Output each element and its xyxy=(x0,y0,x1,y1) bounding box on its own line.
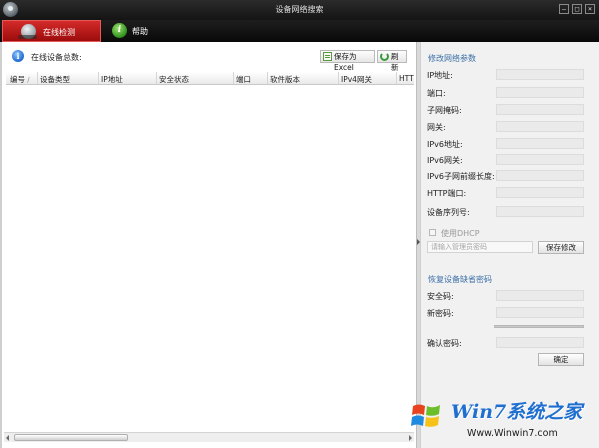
refresh-label: 刷新 xyxy=(391,52,399,72)
horizontal-scrollbar[interactable] xyxy=(4,432,414,442)
tab-help[interactable]: i 帮助 xyxy=(108,20,178,42)
column-divider[interactable] xyxy=(37,72,38,84)
dhcp-checkbox[interactable] xyxy=(429,229,436,236)
ip-address-field[interactable] xyxy=(496,69,584,80)
site-watermark: Win7系统之家 Www.Winwin7.com xyxy=(407,392,597,446)
scroll-thumb[interactable] xyxy=(14,434,128,441)
column-header-device-type[interactable]: 设备类型 xyxy=(40,74,70,84)
watermark-title: Win7系统之家 xyxy=(451,401,583,423)
tab-bar: 在线检测 i 帮助 xyxy=(0,20,599,42)
monitor-icon xyxy=(18,24,37,39)
column-header-id[interactable]: 编号 ∕ xyxy=(10,74,30,84)
security-code-label: 安全码: xyxy=(427,292,454,301)
port-label: 端口: xyxy=(427,89,446,98)
password-strength-bar xyxy=(494,325,584,328)
ipv6-address-field[interactable] xyxy=(496,138,584,149)
tab-online-detect[interactable]: 在线检测 xyxy=(2,20,101,42)
column-header-http[interactable]: HTT xyxy=(399,74,414,83)
security-code-field[interactable] xyxy=(496,290,584,301)
port-field[interactable] xyxy=(496,87,584,98)
confirm-password-field[interactable] xyxy=(496,337,584,348)
new-password-field[interactable] xyxy=(496,307,584,318)
column-header-ipv4-gateway[interactable]: IPv4网关 xyxy=(341,74,372,84)
close-button[interactable]: × xyxy=(585,4,595,14)
gateway-label: 网关: xyxy=(427,123,446,132)
ipv6-prefix-field[interactable] xyxy=(496,170,584,181)
column-divider[interactable] xyxy=(156,72,157,84)
new-password-label: 新密码: xyxy=(427,309,454,318)
ipv6-gateway-label: IPv6网关: xyxy=(427,156,463,165)
dhcp-label: 使用DHCP xyxy=(441,229,480,238)
refresh-icon xyxy=(380,52,389,61)
restore-password-title: 恢复设备缺省密码 xyxy=(428,275,492,284)
admin-password-input[interactable]: 请输入管理员密码 xyxy=(427,241,533,253)
device-list-panel: i 在线设备总数: 保存为Excel 刷新 编号 ∕ 设备类型 IP地址 安全状… xyxy=(0,42,416,448)
ipv6-gateway-field[interactable] xyxy=(496,154,584,165)
column-divider[interactable] xyxy=(338,72,339,84)
online-total-label: 在线设备总数: xyxy=(31,53,82,62)
save-excel-button[interactable]: 保存为Excel xyxy=(320,50,375,72)
gateway-field[interactable] xyxy=(496,121,584,132)
column-divider[interactable] xyxy=(233,72,234,84)
subnet-mask-field[interactable] xyxy=(496,104,584,115)
column-header-security[interactable]: 安全状态 xyxy=(159,74,189,84)
tab-label: 帮助 xyxy=(132,27,148,36)
info-icon: i xyxy=(12,50,24,62)
ip-address-label: IP地址: xyxy=(427,71,453,80)
excel-icon xyxy=(323,52,332,61)
serial-number-label: 设备序列号: xyxy=(427,208,470,217)
info-icon: i xyxy=(112,23,127,38)
refresh-button[interactable]: 刷新 xyxy=(377,50,407,72)
ipv6-address-label: IPv6地址: xyxy=(427,140,463,149)
save-changes-button[interactable]: 保存修改 xyxy=(538,241,584,254)
maximize-button[interactable]: □ xyxy=(572,4,582,14)
window-controls: – □ × xyxy=(559,4,595,14)
confirm-password-label: 确认密码: xyxy=(427,339,462,348)
device-toolbar: i 在线设备总数: 保存为Excel 刷新 xyxy=(2,42,416,72)
serial-number-field[interactable] xyxy=(496,206,584,217)
confirm-button[interactable]: 确定 xyxy=(538,353,584,366)
http-port-label: HTTP端口: xyxy=(427,189,467,198)
device-table-header: 编号 ∕ 设备类型 IP地址 安全状态 端口 软件版本 IPv4网关 HTT xyxy=(6,72,414,85)
minimize-button[interactable]: – xyxy=(559,4,569,14)
windows-logo-icon xyxy=(411,404,440,427)
title-bar: 设备网络搜索 – □ × xyxy=(0,0,599,20)
http-port-field[interactable] xyxy=(496,187,584,198)
window-title: 设备网络搜索 xyxy=(275,5,324,14)
tab-label: 在线检测 xyxy=(43,28,75,37)
column-header-ip[interactable]: IP地址 xyxy=(101,74,123,84)
column-divider[interactable] xyxy=(267,72,268,84)
save-excel-label: 保存为Excel xyxy=(334,52,357,72)
modify-params-title: 修改网络参数 xyxy=(428,54,476,63)
column-header-port[interactable]: 端口 xyxy=(236,74,251,84)
scroll-left-icon[interactable] xyxy=(6,435,9,441)
column-divider[interactable] xyxy=(98,72,99,84)
subnet-mask-label: 子网掩码: xyxy=(427,106,462,115)
watermark-url: Www.Winwin7.com xyxy=(467,428,558,439)
column-header-software[interactable]: 软件版本 xyxy=(270,74,300,84)
network-params-panel: 修改网络参数 IP地址: 端口: 子网掩码: 网关: IPv6地址: IPv6网… xyxy=(420,42,599,448)
ipv6-prefix-label: IPv6子网前缀长度: xyxy=(427,172,495,181)
column-divider[interactable] xyxy=(396,72,397,84)
